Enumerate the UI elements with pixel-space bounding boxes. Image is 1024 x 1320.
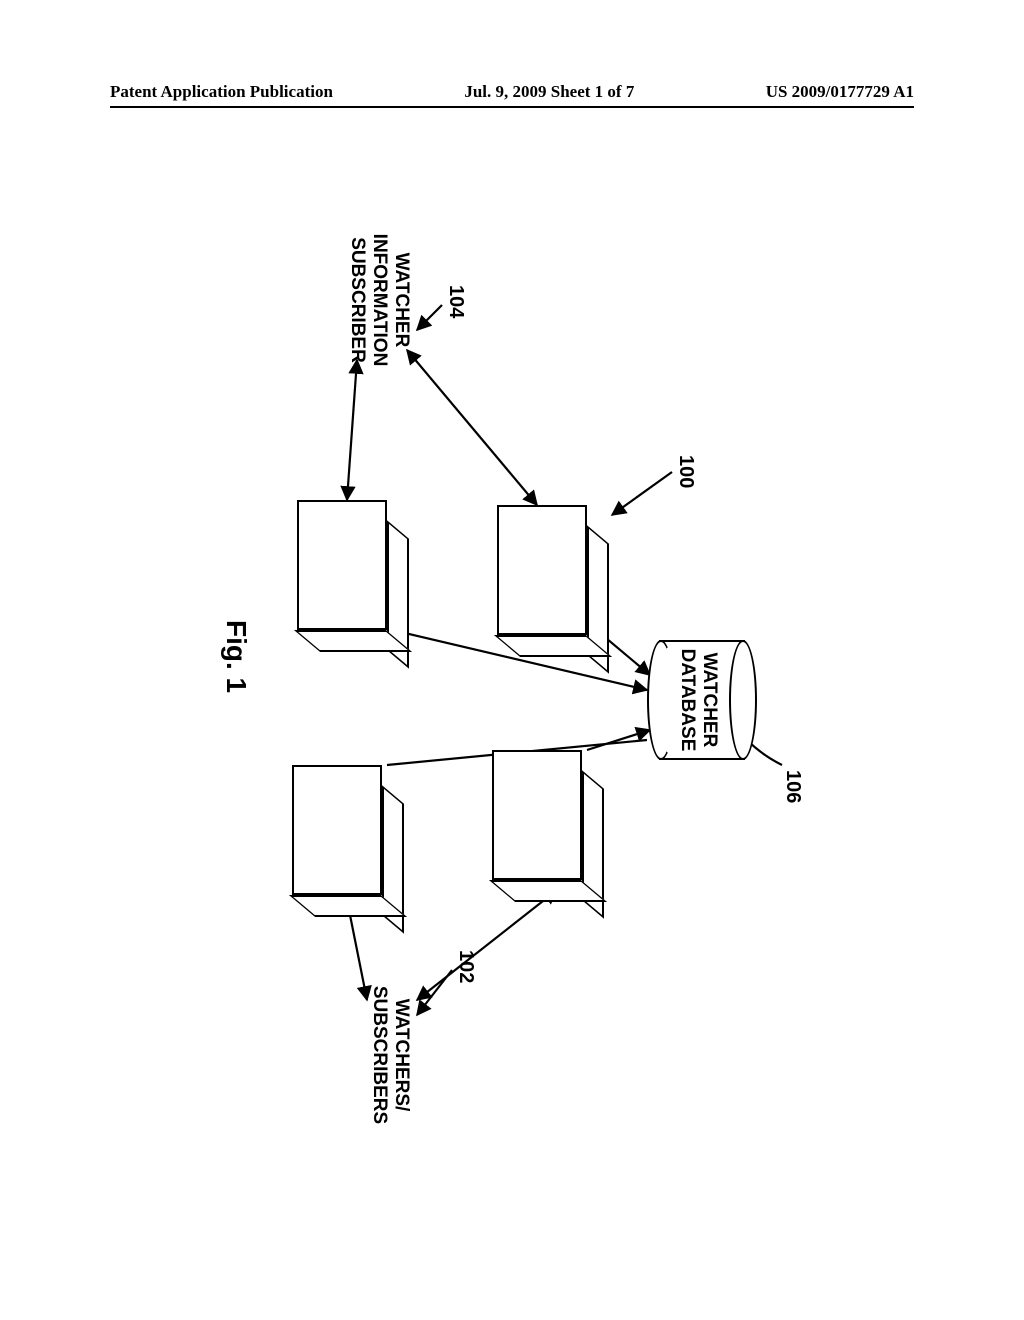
figure-1-diagram: WATCHER DATABASE 100 102 104 106 WATCHER…	[212, 210, 812, 1110]
refnum-102: 102	[454, 950, 477, 983]
refnum-104: 104	[444, 285, 467, 318]
patent-header: Patent Application Publication Jul. 9, 2…	[110, 82, 914, 102]
watcher-database-label: WATCHER DATABASE	[676, 642, 720, 758]
header-rule	[110, 106, 914, 108]
server-node-lower-left	[297, 500, 387, 630]
refnum-100: 100	[674, 455, 697, 488]
server-node-lower-right	[292, 765, 382, 895]
watcher-info-subscriber-label: WATCHER INFORMATION SUBSCRIBER	[346, 230, 412, 370]
watchers-subscribers-label: WATCHERS/ SUBSCRIBERS	[368, 980, 412, 1130]
figure-caption: Fig. 1	[220, 620, 252, 693]
refnum-106: 106	[781, 770, 804, 803]
header-center: Jul. 9, 2009 Sheet 1 of 7	[464, 82, 634, 102]
server-node-upper-right	[492, 750, 582, 880]
header-right: US 2009/0177729 A1	[766, 82, 914, 102]
server-node-upper-left	[497, 505, 587, 635]
header-left: Patent Application Publication	[110, 82, 333, 102]
